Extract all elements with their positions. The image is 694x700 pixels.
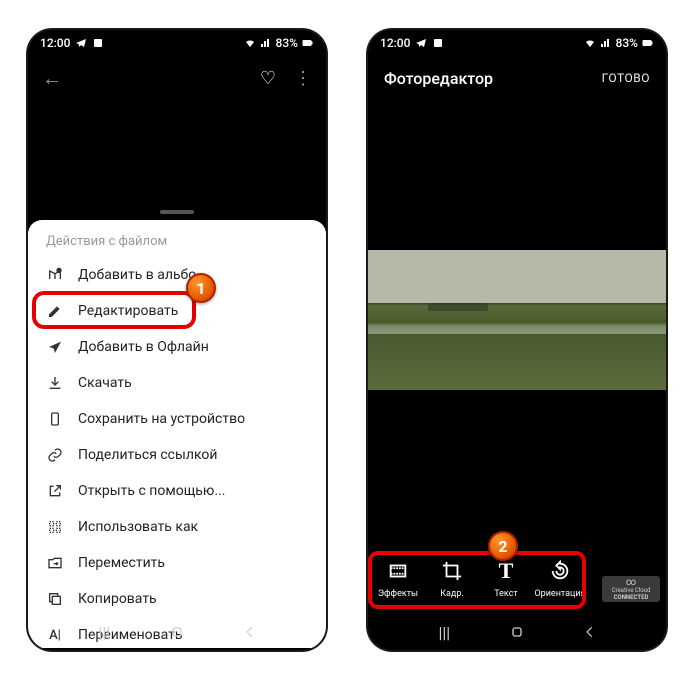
offline-icon <box>46 338 64 356</box>
nav-home[interactable] <box>507 622 527 642</box>
menu-download[interactable]: Скачать <box>28 365 326 401</box>
menu-label: Поделиться ссылкой <box>78 447 217 463</box>
menu-offline[interactable]: Добавить в Офлайн <box>28 329 326 365</box>
menu-label: Копировать <box>78 591 157 607</box>
battery-text: 83% <box>276 36 298 50</box>
nav-recent[interactable]: ||| <box>434 622 454 642</box>
nav-back[interactable] <box>580 622 600 642</box>
move-icon <box>46 554 64 572</box>
menu-use-as[interactable]: Использовать как <box>28 509 326 545</box>
sheet-title: Действия с файлом <box>28 234 326 257</box>
favorite-icon[interactable]: ♡ <box>260 68 276 89</box>
battery-icon <box>641 37 654 50</box>
phone-right: 12:00 83% Фоторедактор ГОТОВО 2 Эффекты <box>368 30 666 650</box>
wifi-icon <box>584 37 597 50</box>
status-bar: 12:00 83% <box>368 30 666 56</box>
action-sheet: Действия с файлом Добавить в альбо... 1 … <box>28 220 326 648</box>
more-icon[interactable]: ⋮ <box>294 68 312 89</box>
download-icon <box>46 374 64 392</box>
sheet-handle[interactable] <box>160 210 194 214</box>
status-time: 12:00 <box>380 36 410 50</box>
done-button[interactable]: ГОТОВО <box>602 71 650 85</box>
telegram-icon <box>74 37 87 50</box>
menu-label: Сохранить на устройство <box>78 411 245 427</box>
menu-open-with[interactable]: Открыть с помощью... <box>28 473 326 509</box>
menu-edit[interactable]: 1 Редактировать <box>28 293 326 329</box>
creative-cloud-badge: ∞ Creative Cloud CONNECTED <box>602 576 660 602</box>
menu-share-link[interactable]: Поделиться ссылкой <box>28 437 326 473</box>
nav-bar: ||| <box>28 614 326 650</box>
cc-line2: CONNECTED <box>614 595 649 602</box>
top-bar: ← ♡ ⋮ <box>28 56 326 100</box>
battery-icon <box>301 37 314 50</box>
nav-bar: ||| <box>368 614 666 650</box>
highlight-tools <box>368 551 586 609</box>
menu-label: Добавить в Офлайн <box>78 339 209 355</box>
save-device-icon <box>46 410 64 428</box>
menu-move[interactable]: Переместить <box>28 545 326 581</box>
telegram-icon <box>414 37 427 50</box>
nav-back[interactable] <box>240 622 260 642</box>
battery-text: 83% <box>616 36 638 50</box>
wifi-icon <box>244 37 257 50</box>
open-with-icon <box>46 482 64 500</box>
menu-copy[interactable]: Копировать <box>28 581 326 617</box>
menu-add-album[interactable]: Добавить в альбо... <box>28 257 326 293</box>
notification-icon <box>431 37 444 50</box>
back-icon[interactable]: ← <box>42 66 62 91</box>
menu-label: Открыть с помощью... <box>78 483 225 499</box>
highlight-edit <box>32 291 196 329</box>
nav-recent[interactable]: ||| <box>94 622 114 642</box>
status-bar: 12:00 83% <box>28 30 326 56</box>
menu-label: Использовать как <box>78 519 198 535</box>
editor-title: Фоторедактор <box>384 69 493 88</box>
menu-save-device[interactable]: Сохранить на устройство <box>28 401 326 437</box>
copy-icon <box>46 590 64 608</box>
phone-left: 12:00 83% ← ♡ ⋮ Действия с файлом Добави… <box>28 30 326 650</box>
nav-home[interactable] <box>167 622 187 642</box>
menu-label: Скачать <box>78 375 132 391</box>
signal-icon <box>600 37 613 50</box>
menu-label: Переместить <box>78 555 165 571</box>
link-icon <box>46 446 64 464</box>
badge-2: 2 <box>488 531 518 561</box>
add-album-icon <box>46 266 64 284</box>
photo-preview[interactable] <box>368 250 666 390</box>
use-as-icon <box>46 518 64 536</box>
editor-toolbar: 2 Эффекты Кадр. T Текст Ориентация ∞ Cre… <box>368 546 666 610</box>
editor-header: Фоторедактор ГОТОВО <box>368 56 666 100</box>
signal-icon <box>260 37 273 50</box>
status-time: 12:00 <box>40 36 70 50</box>
notification-icon <box>91 37 104 50</box>
badge-1: 1 <box>186 273 216 303</box>
